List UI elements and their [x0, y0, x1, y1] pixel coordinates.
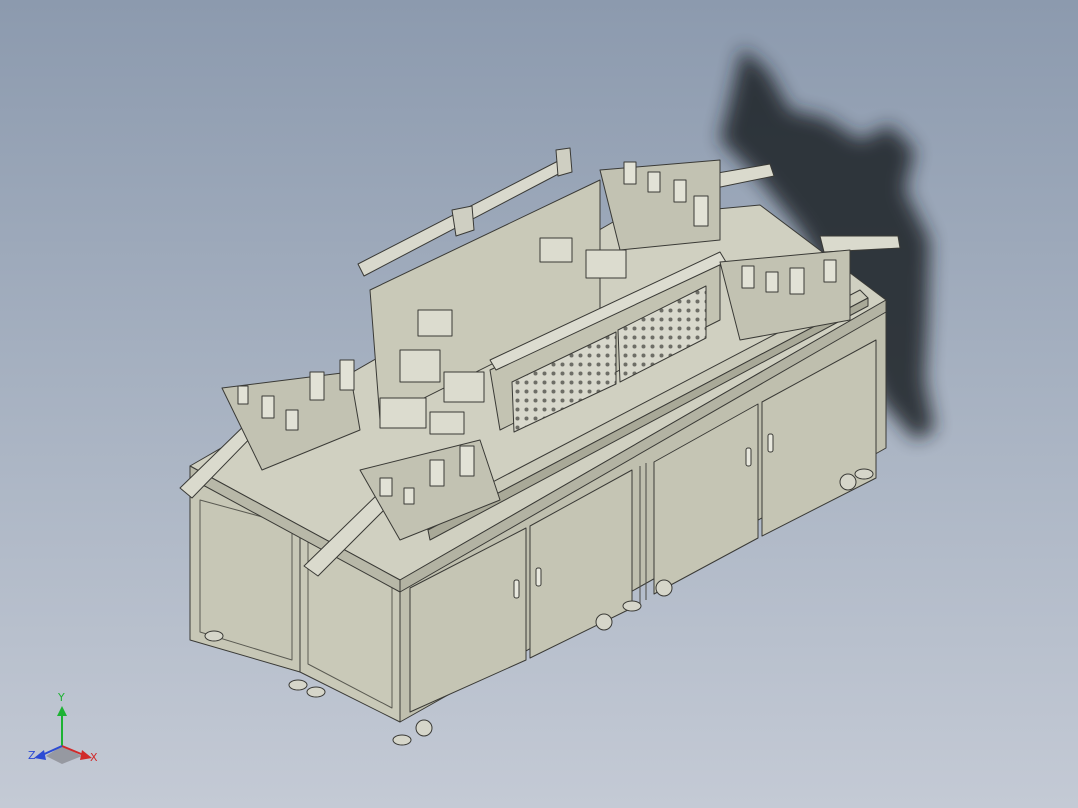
- cad-viewport[interactable]: Y Z X: [0, 0, 1078, 808]
- triad-x-label: X: [90, 751, 98, 764]
- triad-y-label: Y: [58, 691, 65, 704]
- door-handle: [513, 579, 520, 599]
- machine-model-render[interactable]: [0, 0, 1078, 808]
- door-handle: [745, 447, 752, 467]
- triad-z-label: Z: [28, 749, 36, 762]
- door-handle: [767, 433, 774, 453]
- door-handle: [535, 567, 542, 587]
- orientation-triad: Y Z X: [26, 691, 106, 770]
